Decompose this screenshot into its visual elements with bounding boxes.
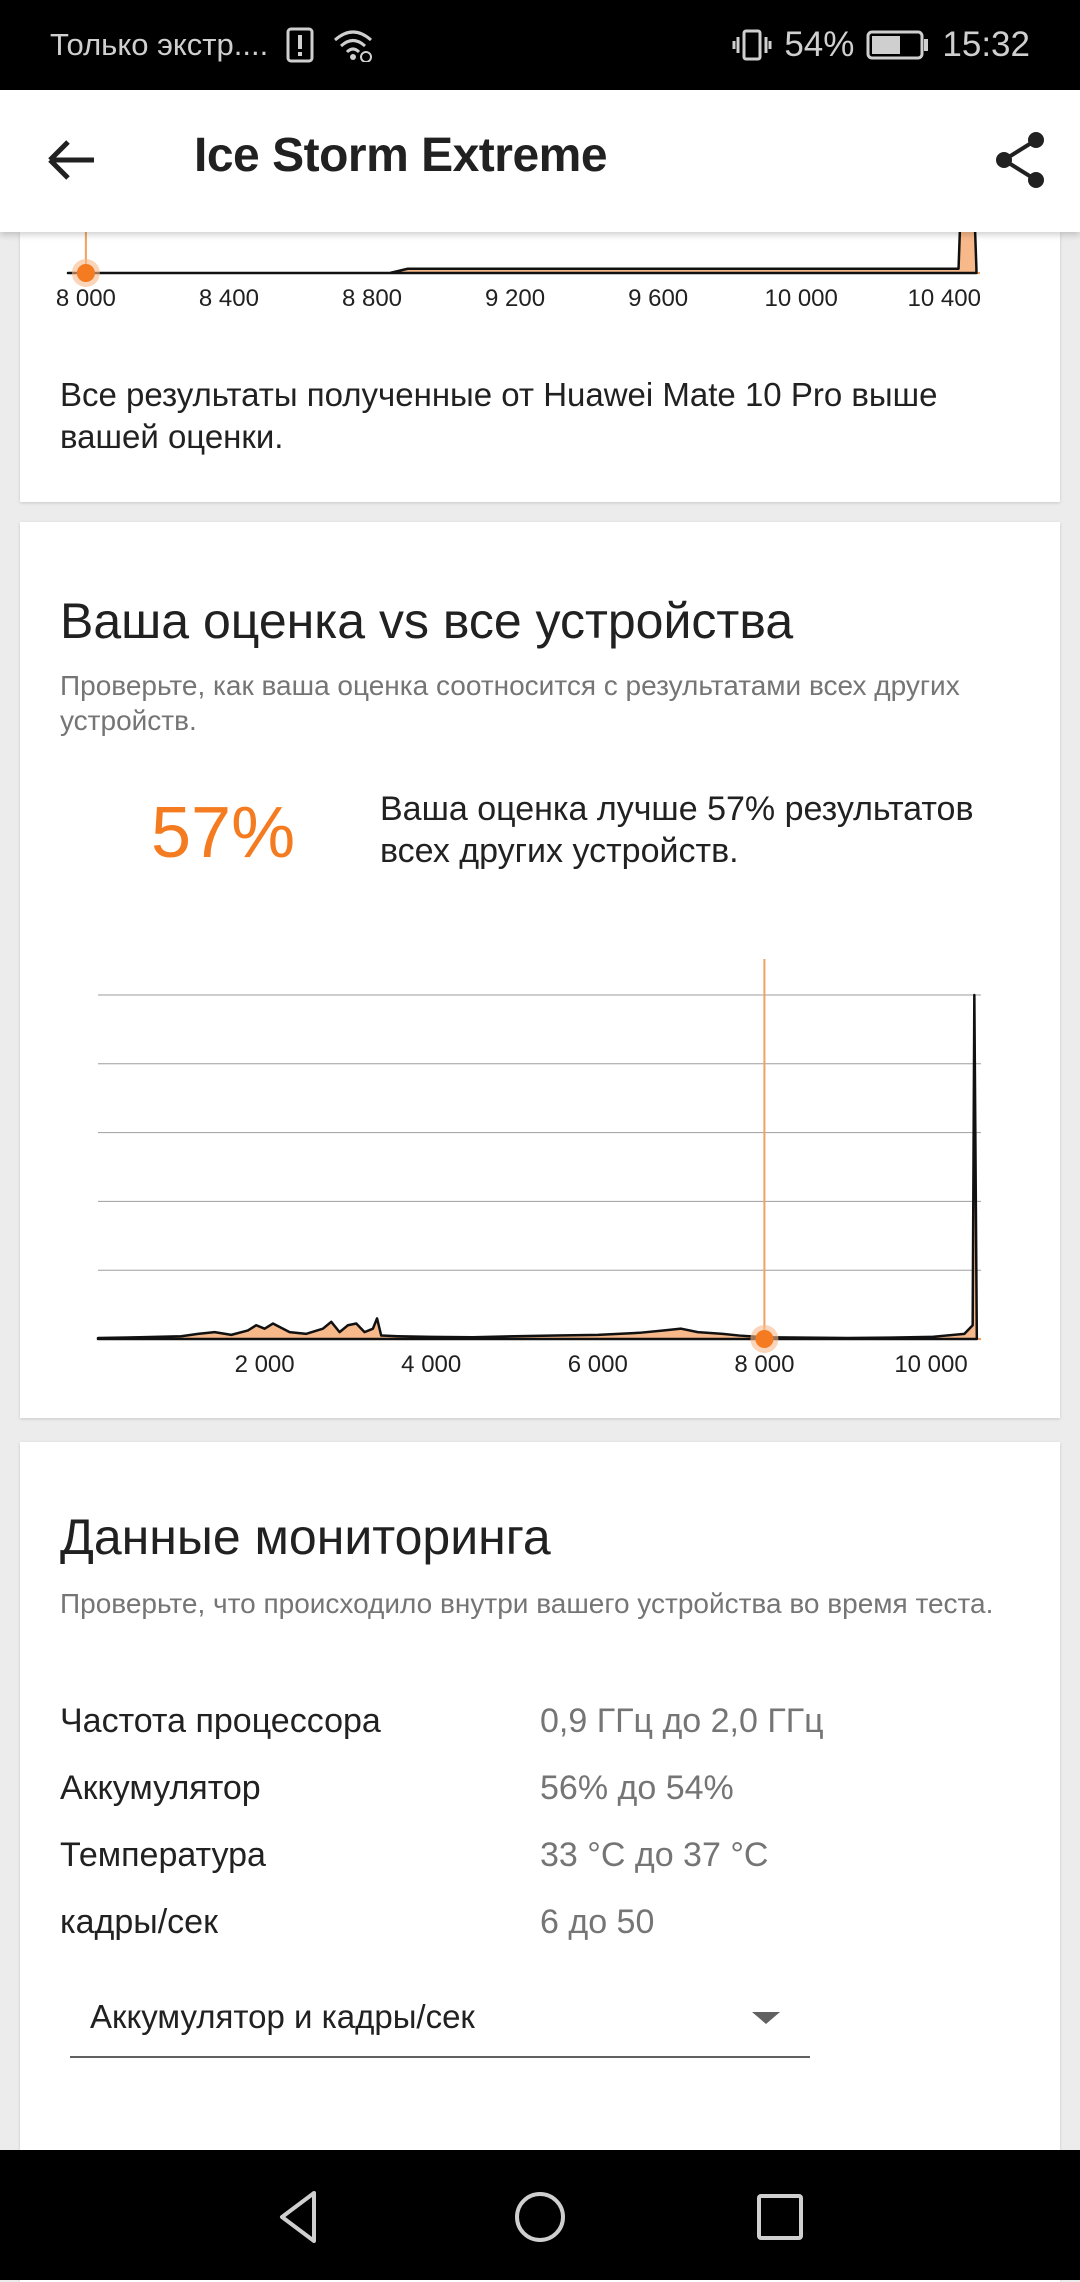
status-right: 54% 15:32	[732, 25, 1030, 65]
x-tick-label: 6 000	[567, 1351, 628, 1378]
score-distribution-area	[96, 993, 979, 1341]
x-tick-label: 9 200	[485, 285, 546, 312]
monitor-row-battery: Аккумулятор 56% до 54%	[60, 1769, 1020, 1819]
chevron-down-icon	[752, 2012, 780, 2024]
x-tick-label: 10 000	[894, 1351, 968, 1378]
battery-percent: 54%	[784, 25, 855, 64]
x-tick-label: 9 600	[628, 285, 689, 312]
device-comparison-message: Все результаты полученные от Huawei Mate…	[60, 376, 938, 455]
your-score-marker	[76, 264, 95, 282]
clock: 15:32	[942, 25, 1030, 64]
monitor-row-temperature: Температура 33 °C до 37 °C	[60, 1836, 1020, 1886]
comparison-card: Ваша оценка vs все устройства Проверьте,…	[20, 522, 1060, 1418]
monitoring-subtitle: Проверьте, что происходило внутри вашего…	[60, 1588, 994, 1619]
share-icon[interactable]	[990, 128, 1054, 192]
x-tick-label: 2 000	[234, 1351, 295, 1378]
circle-home-icon[interactable]	[508, 2185, 572, 2249]
x-tick-label: 10 000	[764, 285, 838, 312]
x-tick-label: 4 000	[401, 1351, 462, 1378]
monitor-row-fps: кадры/сек 6 до 50	[60, 1903, 1020, 1953]
all-devices-chart	[96, 959, 981, 1353]
monitor-value: 0,9 ГГц до 2,0 ГГц	[540, 1702, 824, 1740]
page-title: Ice Storm Extreme	[194, 129, 608, 182]
monitor-value: 56% до 54%	[540, 1769, 734, 1807]
monitor-label: Аккумулятор	[60, 1769, 261, 1807]
alert-icon	[286, 27, 314, 63]
chart-metric-dropdown[interactable]: Аккумулятор и кадры/сек	[70, 1984, 810, 2058]
battery-icon	[866, 30, 929, 60]
dropdown-selected-value: Аккумулятор и кадры/сек	[90, 1998, 475, 2035]
x-tick-label: 8 800	[341, 285, 403, 312]
carrier-label: Только экстр....	[50, 27, 269, 62]
status-left: Только экстр....	[50, 27, 374, 63]
monitor-value: 33 °C до 37 °C	[540, 1836, 769, 1874]
score-distribution-card: 8 000 8 400 8 800 9 200 9 600 10 000 10 400 Вс…	[20, 232, 1060, 502]
x-tick-label: 10 400	[907, 285, 981, 312]
monitor-label: Частота процессора	[60, 1702, 381, 1740]
app-bar: Ice Storm Extreme	[0, 90, 1080, 232]
monitoring-heading: Данные мониторинга	[60, 1509, 551, 1565]
x-tick-label: 8 000	[734, 1351, 795, 1378]
wifi-icon	[334, 30, 373, 62]
monitor-label: Температура	[60, 1836, 266, 1874]
score-distribution-area	[66, 232, 978, 275]
system-nav-bar	[0, 2150, 1080, 2280]
vibrate-icon	[732, 29, 772, 61]
x-tick-label: 8 400	[198, 285, 259, 312]
monitor-value: 6 до 50	[540, 1903, 655, 1941]
monitor-row-cpu: Частота процессора 0,9 ГГц до 2,0 ГГц	[60, 1702, 1020, 1752]
arrow-back-icon[interactable]	[40, 128, 104, 192]
x-tick-label: 8 000	[55, 285, 116, 312]
monitor-label: кадры/сек	[60, 1903, 218, 1941]
your-score-marker	[755, 1330, 774, 1348]
status-bar: Только экстр.... 54% 15:32	[0, 0, 1080, 90]
triangle-back-icon[interactable]	[268, 2185, 332, 2249]
square-recents-icon[interactable]	[748, 2185, 812, 2249]
